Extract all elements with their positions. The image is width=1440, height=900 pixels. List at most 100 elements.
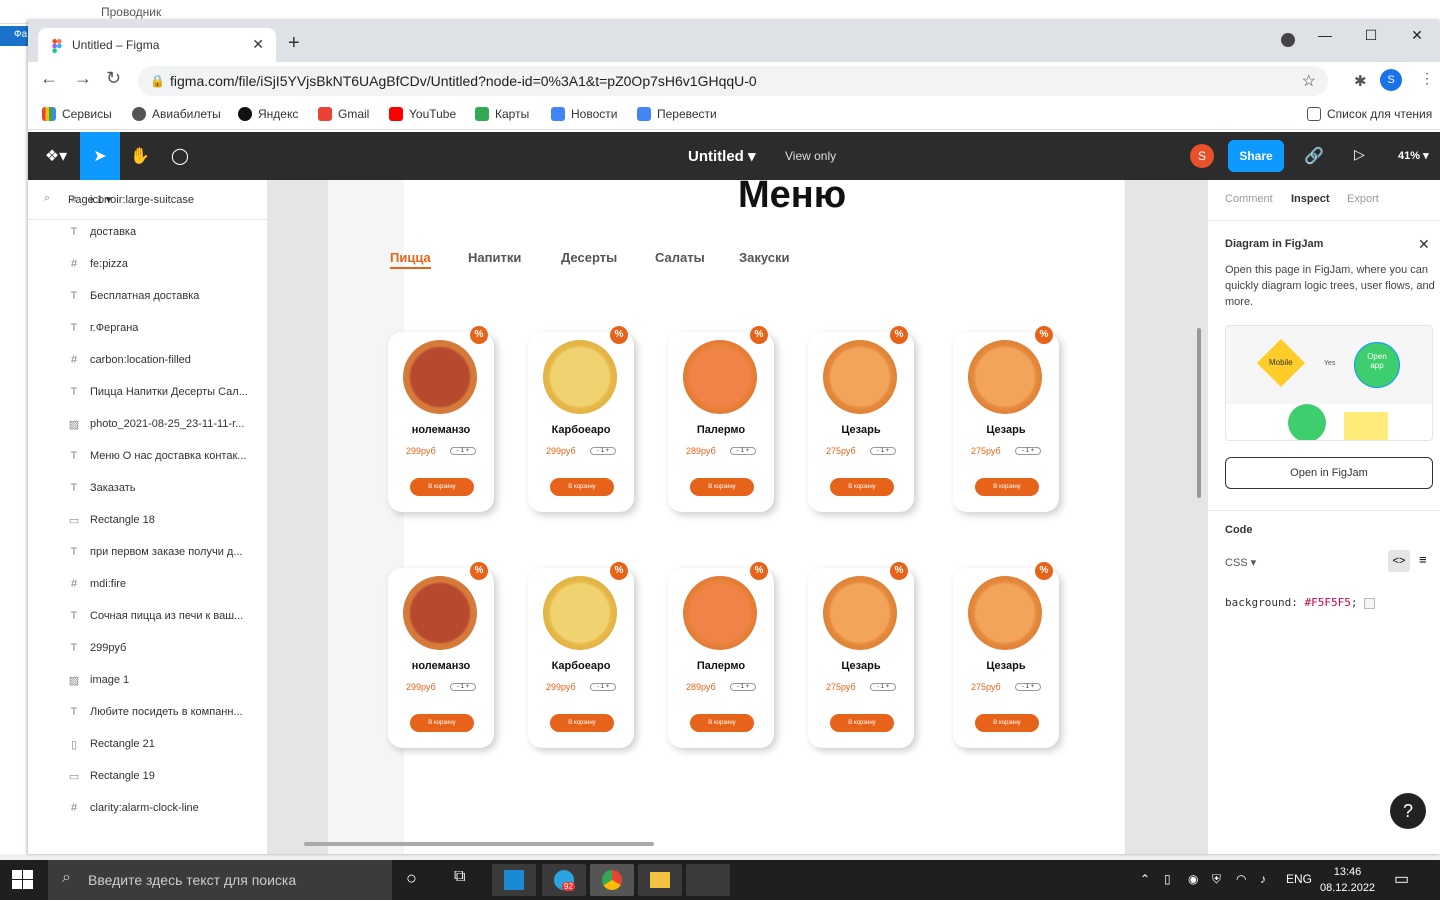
clock[interactable]: 13:46 08.12.2022	[1320, 864, 1375, 896]
bookmark-gmail[interactable]: Gmail	[318, 107, 369, 121]
new-tab-icon[interactable]: +	[288, 32, 300, 55]
extensions-icon[interactable]: ✱	[1354, 72, 1367, 90]
chevron-up-icon[interactable]: ⌃	[1140, 872, 1150, 886]
add-to-cart-button[interactable]: В корзину	[975, 478, 1039, 496]
product-card[interactable]: % Палермо 289руб - 1 + В корзину	[668, 562, 774, 748]
bookmark-maps[interactable]: Карты	[475, 107, 529, 121]
search-icon[interactable]: ⌕	[44, 192, 50, 205]
add-to-cart-button[interactable]: В корзину	[550, 714, 614, 732]
task-view-icon[interactable]: ⧉	[454, 868, 465, 886]
layer-item[interactable]: ▯ Rectangle 21	[68, 738, 155, 751]
maximize-icon[interactable]: ☐	[1348, 20, 1394, 50]
vertical-scrollbar[interactable]	[1197, 328, 1201, 498]
add-to-cart-button[interactable]: В корзину	[690, 714, 754, 732]
bookmark-translate[interactable]: Перевести	[637, 107, 717, 121]
layer-item[interactable]: # fe:pizza	[68, 258, 128, 270]
tab-inspect[interactable]: Inspect	[1291, 193, 1330, 205]
product-card[interactable]: % ноле­манзо 299руб - 1 + В корзину	[388, 326, 494, 512]
layer-item[interactable]: T 299руб	[68, 642, 127, 654]
menu-dots-icon[interactable]: ⋮	[1420, 70, 1434, 87]
code-view-icon[interactable]: <>	[1388, 550, 1410, 572]
usb-icon[interactable]: ▯	[1164, 872, 1171, 886]
quantity-stepper[interactable]: - 1 +	[590, 683, 616, 691]
open-in-figjam-button[interactable]: Open in FigJam	[1225, 457, 1433, 489]
link-icon[interactable]: 🔗	[1304, 146, 1324, 166]
layer-item[interactable]: ▭ Rectangle 19	[68, 770, 155, 783]
reading-list[interactable]: Список для чтения	[1307, 107, 1432, 121]
bookmark-star-icon[interactable]: ☆	[1302, 71, 1316, 91]
bookmark-youtube[interactable]: YouTube	[389, 107, 456, 121]
quantity-stepper[interactable]: - 1 +	[450, 683, 476, 691]
add-to-cart-button[interactable]: В корзину	[410, 714, 474, 732]
app-taskbar-icon[interactable]	[686, 864, 730, 896]
file-title[interactable]: Untitled ▾	[688, 147, 756, 165]
category-tab[interactable]: Десерты	[561, 250, 617, 265]
language-indicator[interactable]: ENG	[1286, 872, 1312, 886]
layer-item[interactable]: # mdi:fire	[68, 578, 126, 590]
vscode-taskbar-icon[interactable]	[492, 864, 536, 896]
tab-search-icon[interactable]	[1281, 33, 1295, 47]
add-to-cart-button[interactable]: В корзину	[690, 478, 754, 496]
product-card[interactable]: % Цезарь 275руб - 1 + В корзину	[953, 562, 1059, 748]
quantity-stepper[interactable]: - 1 +	[1015, 683, 1041, 691]
quantity-stepper[interactable]: - 1 +	[730, 683, 756, 691]
product-card[interactable]: % Цезарь 275руб - 1 + В корзину	[808, 562, 914, 748]
add-to-cart-button[interactable]: В корзину	[830, 478, 894, 496]
category-tab[interactable]: Пицца	[390, 250, 431, 269]
url-text[interactable]: figma.com/file/iSjI5YVjsBkNT6UAgBfCDv/Un…	[170, 73, 757, 89]
address-bar[interactable]: 🔒 figma.com/file/iSjI5YVjsBkNT6UAgBfCDv/…	[138, 66, 1328, 96]
layer-item[interactable]: T Пицца Напитки Десерты Сал...	[68, 386, 248, 398]
bookmark-flights[interactable]: Авиабилеты	[132, 107, 221, 121]
layer-item[interactable]: ▨ photo_2021-08-25_23-11-11-r...	[68, 418, 245, 431]
category-tab[interactable]: Напитки	[468, 250, 521, 265]
layer-item[interactable]: # iconoir:large-suitcase	[68, 194, 194, 206]
product-card[interactable]: % Цезарь 275руб - 1 + В корзину	[808, 326, 914, 512]
comment-tool-icon[interactable]: ◯	[160, 132, 200, 180]
windows-start-icon[interactable]	[12, 870, 34, 890]
close-window-icon[interactable]: ✕	[1394, 20, 1440, 50]
minimize-icon[interactable]: —	[1302, 20, 1348, 50]
volume-icon[interactable]: ♪	[1260, 872, 1266, 886]
hand-tool-icon[interactable]: ✋	[120, 132, 160, 180]
canvas[interactable]: Меню Пицца Напитки Десерты Салаты Закуски % н…	[268, 180, 1207, 854]
tab-comment[interactable]: Comment	[1225, 193, 1273, 205]
telegram-taskbar-icon[interactable]: 92	[542, 864, 586, 896]
quantity-stepper[interactable]: - 1 +	[590, 447, 616, 455]
move-tool-icon[interactable]: ➤	[80, 132, 120, 180]
layer-item[interactable]: # clarity:alarm-clock-line	[68, 802, 199, 814]
wifi-icon[interactable]: ◠	[1236, 872, 1246, 886]
zoom-level[interactable]: 41% ▾	[1398, 149, 1429, 162]
taskbar-search[interactable]: ⌕ Введите здесь текст для поиска	[48, 860, 392, 900]
bookmark-news[interactable]: Новости	[551, 107, 617, 121]
close-tab-icon[interactable]: ✕	[252, 36, 264, 53]
quantity-stepper[interactable]: - 1 +	[870, 683, 896, 691]
chrome-taskbar-icon[interactable]	[590, 864, 634, 896]
layer-item[interactable]: # carbon:location-filled	[68, 354, 191, 366]
design-frame[interactable]: Меню Пицца Напитки Десерты Салаты Закуски % н…	[328, 180, 1125, 854]
taskbar-search-input[interactable]: Введите здесь текст для поиска	[88, 872, 296, 888]
layer-item[interactable]: T Любите посидеть в компанн...	[68, 706, 243, 718]
profile-avatar[interactable]: S	[1380, 69, 1402, 91]
layer-item[interactable]: Tг.Фергана	[68, 322, 139, 334]
explorer-file-tab[interactable]: Фа	[0, 26, 30, 46]
browser-tab[interactable]: Untitled – Figma ✕	[38, 28, 276, 62]
close-icon[interactable]: ✕	[1418, 236, 1430, 253]
product-card[interactable]: % Карбоеаро 299руб - 1 + В корзину	[528, 326, 634, 512]
user-avatar[interactable]: S	[1190, 144, 1214, 168]
add-to-cart-button[interactable]: В корзину	[975, 714, 1039, 732]
code-language-select[interactable]: CSS ▾	[1225, 556, 1256, 569]
category-tab[interactable]: Салаты	[655, 250, 705, 265]
reload-icon[interactable]: ↻	[106, 68, 121, 89]
layer-item[interactable]: Tдоставка	[68, 226, 136, 238]
share-button[interactable]: Share	[1228, 140, 1284, 172]
quantity-stepper[interactable]: - 1 +	[870, 447, 896, 455]
explorer-taskbar-icon[interactable]	[638, 864, 682, 896]
layer-item[interactable]: ▨ image 1	[68, 674, 129, 687]
bookmark-yandex[interactable]: Яндекс	[238, 107, 298, 121]
quantity-stepper[interactable]: - 1 +	[730, 447, 756, 455]
figma-main-menu-icon[interactable]: ❖▾	[34, 132, 78, 180]
layer-item[interactable]: ▭ Rectangle 18	[68, 514, 155, 527]
layer-item[interactable]: T Заказать	[68, 482, 136, 494]
product-card[interactable]: % Палермо 289руб - 1 + В корзину	[668, 326, 774, 512]
bookmark-services[interactable]: Сервисы	[42, 107, 112, 121]
